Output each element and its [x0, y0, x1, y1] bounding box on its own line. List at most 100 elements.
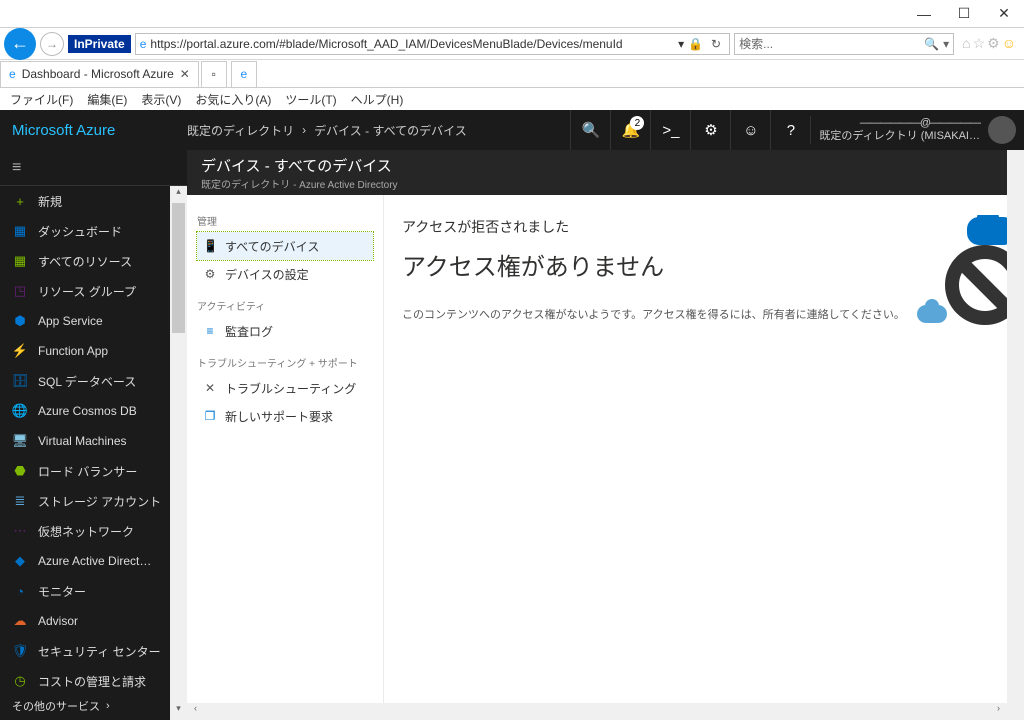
edge-button[interactable]: e: [231, 61, 257, 87]
cloudshell-icon[interactable]: >_: [650, 110, 690, 150]
service-icon: 🛡: [12, 643, 28, 659]
sidebar-item-label: リソース グループ: [38, 283, 136, 300]
forward-button[interactable]: →: [40, 32, 64, 56]
browser-nav-bar: ← → InPrivate e https://portal.azure.com…: [0, 28, 1024, 60]
sidebar-item-label: Advisor: [38, 614, 78, 628]
favorites-icon[interactable]: ☆: [973, 35, 986, 52]
hamburger-button[interactable]: ≡: [0, 150, 187, 186]
menu-item-audit-logs[interactable]: ≡ 監査ログ: [197, 317, 373, 345]
menu-file[interactable]: ファイル(F): [4, 89, 79, 110]
sidebar-item[interactable]: ◔モニター: [0, 576, 187, 606]
sidebar-item[interactable]: 🖥Virtual Machines: [0, 426, 187, 456]
sidebar-item[interactable]: ▦すべてのリソース: [0, 246, 187, 276]
new-tab-button[interactable]: ▫: [201, 61, 227, 87]
scroll-thumb[interactable]: [172, 203, 185, 333]
page-scrollbar[interactable]: [1007, 150, 1024, 720]
account-menu[interactable]: ――――――@――――― 既定のディレクトリ (MISAKAI…: [810, 116, 1024, 144]
blade-subtitle: 既定のディレクトリ - Azure Active Directory: [201, 176, 993, 191]
help-icon[interactable]: ?: [770, 110, 810, 150]
tab-close-button[interactable]: ✕: [180, 67, 190, 81]
sidebar-scrollbar[interactable]: ▴ ▾: [170, 186, 187, 720]
chevron-right-icon: ›: [302, 123, 306, 137]
sidebar-item[interactable]: 🛡セキュリティ センター: [0, 636, 187, 666]
menu-blade: 管理 📱 すべてのデバイス ⚙ デバイスの設定 アクティビティ ≡ 監査ログ: [187, 195, 384, 703]
blade-header: デバイス - すべてのデバイス 既定のディレクトリ - Azure Active…: [187, 150, 1007, 195]
azure-brand[interactable]: Microsoft Azure: [0, 122, 187, 139]
service-icon: ⚡: [12, 343, 28, 359]
menu-favorites[interactable]: お気に入り(A): [189, 89, 277, 110]
home-icon[interactable]: ⌂: [962, 35, 970, 52]
service-icon: ◳: [12, 283, 28, 299]
sidebar-item[interactable]: 🌐Azure Cosmos DB: [0, 396, 187, 426]
sidebar-item[interactable]: ▦ ダッシュボード: [0, 216, 187, 246]
window-maximize-button[interactable]: ☐: [944, 0, 984, 28]
sidebar-item-label: 新規: [38, 193, 62, 210]
sidebar-item[interactable]: ⬣ロード バランサー: [0, 456, 187, 486]
service-icon: ⬣: [12, 463, 28, 479]
sidebar-item-label: Azure Active Direct…: [38, 554, 151, 568]
sidebar-item-label: コストの管理と請求: [38, 673, 146, 690]
breadcrumb: 既定のディレクトリ › デバイス - すべてのデバイス: [187, 122, 467, 139]
tab-favicon: e: [9, 67, 16, 81]
menu-item-new-support-request[interactable]: ❐ 新しいサポート要求: [197, 402, 373, 430]
sidebar-item[interactable]: ☁Advisor: [0, 606, 187, 636]
sidebar-item[interactable]: ⋯仮想ネットワーク: [0, 516, 187, 546]
search-dropdown-icon[interactable]: ▾: [943, 37, 949, 51]
breadcrumb-leaf[interactable]: デバイス - すべてのデバイス: [314, 122, 467, 139]
sidebar-item-label: ダッシュボード: [38, 223, 122, 240]
settings-icon[interactable]: ⚙: [690, 110, 730, 150]
plus-icon: +: [12, 194, 28, 209]
menu-help[interactable]: ヘルプ(H): [345, 89, 410, 110]
sidebar-item[interactable]: 🗄SQL データベース: [0, 366, 187, 396]
avatar: [988, 116, 1016, 144]
menu-edit[interactable]: 編集(E): [81, 89, 133, 110]
sidebar-item[interactable]: ◳ リソース グループ: [0, 276, 187, 306]
back-button[interactable]: ←: [4, 28, 36, 60]
blade-area: デバイス - すべてのデバイス 既定のディレクトリ - Azure Active…: [187, 150, 1007, 720]
tab-active[interactable]: e Dashboard - Microsoft Azure ✕: [0, 61, 199, 87]
smiley-icon[interactable]: ☺: [1002, 35, 1016, 52]
refresh-button[interactable]: ↻: [707, 37, 725, 51]
notifications-icon[interactable]: 🔔2: [610, 110, 650, 150]
sidebar-item[interactable]: ≣ストレージ アカウント: [0, 486, 187, 516]
service-icon: ◔: [12, 584, 28, 599]
address-bar[interactable]: e https://portal.azure.com/#blade/Micros…: [135, 33, 730, 55]
sidebar-item-label: ストレージ アカウント: [38, 493, 161, 510]
feedback-icon[interactable]: ☺: [730, 110, 770, 150]
horizontal-scrollbar[interactable]: ‹ ›: [187, 703, 1007, 720]
window-minimize-button[interactable]: —: [904, 0, 944, 28]
service-icon: ▦: [12, 223, 28, 239]
cloud-icon: [967, 217, 1007, 245]
window-close-button[interactable]: ✕: [984, 0, 1024, 28]
scroll-left-icon[interactable]: ‹: [187, 703, 204, 720]
more-services-label: その他のサービス: [12, 698, 100, 714]
menu-tools[interactable]: ツール(T): [279, 89, 342, 110]
scroll-right-icon[interactable]: ›: [990, 703, 1007, 720]
search-icon[interactable]: 🔍: [570, 110, 610, 150]
sidebar-item-label: 仮想ネットワーク: [38, 523, 134, 540]
chevron-right-icon: ›: [106, 700, 110, 712]
search-box[interactable]: 検索... 🔍 ▾: [734, 33, 954, 55]
sidebar-item-new[interactable]: + 新規: [0, 186, 187, 216]
scroll-down-icon[interactable]: ▾: [170, 703, 187, 720]
tools-icon[interactable]: ⚙: [987, 35, 1000, 52]
service-icon: ◷: [12, 673, 28, 689]
sidebar-item[interactable]: ⚡Function App: [0, 336, 187, 366]
breadcrumb-root[interactable]: 既定のディレクトリ: [187, 122, 294, 139]
browser-tab-bar: e Dashboard - Microsoft Azure ✕ ▫ e: [0, 60, 1024, 88]
menu-section-manage: 管理: [197, 213, 373, 228]
tab-title: Dashboard - Microsoft Azure: [22, 67, 174, 81]
menu-item-all-devices[interactable]: 📱 すべてのデバイス: [197, 232, 373, 260]
more-services-button[interactable]: その他のサービス ›: [0, 692, 167, 720]
scroll-up-icon[interactable]: ▴: [170, 186, 187, 203]
menu-item-label: デバイスの設定: [225, 266, 309, 283]
sidebar-item[interactable]: ◆Azure Active Direct…: [0, 546, 187, 576]
lock-icon[interactable]: 🔒: [684, 37, 707, 51]
menu-item-device-settings[interactable]: ⚙ デバイスの設定: [197, 260, 373, 288]
access-denied-graphic: [877, 215, 1007, 335]
menu-view[interactable]: 表示(V): [135, 89, 187, 110]
sidebar-item[interactable]: ⬢App Service: [0, 306, 187, 336]
search-button[interactable]: 🔍: [920, 37, 943, 51]
menu-item-troubleshooting[interactable]: ✕ トラブルシューティング: [197, 374, 373, 402]
device-icon: 📱: [203, 239, 217, 253]
